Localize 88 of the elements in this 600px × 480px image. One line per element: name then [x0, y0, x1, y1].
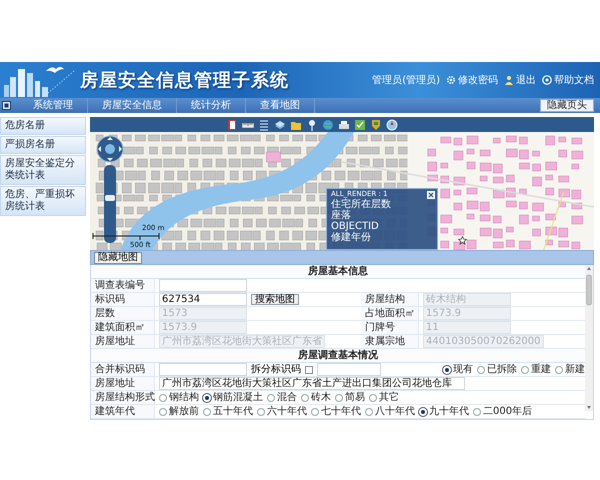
radio-option[interactable]: 二000年后	[473, 406, 532, 417]
popup-text: 座落	[331, 210, 352, 221]
search-map-button[interactable]: 搜索地图	[251, 294, 299, 305]
pan-control[interactable]	[96, 135, 124, 163]
sidebar-item[interactable]: 严损房名册	[0, 136, 86, 154]
close-icon[interactable]	[427, 191, 435, 199]
radio-option[interactable]: 九十年代	[419, 406, 469, 417]
radio-button[interactable]	[203, 408, 211, 416]
sidebar-item[interactable]: 危房名册	[0, 117, 86, 135]
gear-icon	[446, 75, 456, 85]
field-label: 房屋地址	[91, 377, 155, 390]
radio-option[interactable]: 已拆除	[477, 364, 517, 375]
radio-option[interactable]: 重建	[521, 364, 551, 375]
radio-option[interactable]: 七十年代	[311, 406, 361, 417]
field-label: 门牌号	[361, 321, 419, 334]
field-label: 调查表编号	[91, 279, 155, 292]
radio-button[interactable]	[369, 394, 377, 402]
radio-option[interactable]: 砖木	[301, 392, 331, 403]
field-label: 合并标识码	[91, 363, 155, 376]
header-link[interactable]: 帮助文档	[542, 73, 594, 87]
field-label: 拆分标识码	[251, 364, 301, 375]
radio-option[interactable]: 钢结构	[159, 392, 199, 403]
field-label: 层数	[91, 307, 155, 320]
field-label: 房屋结构形式	[91, 391, 155, 404]
radio-button[interactable]	[335, 394, 343, 402]
user-name: 管理员(管理员)	[372, 74, 440, 87]
input-field[interactable]: 广州市荔湾区花地街大策社区广东省土产进出口集团公司花地仓库	[159, 377, 465, 390]
radio-option[interactable]: 八十年代	[365, 406, 415, 417]
star-icon	[458, 236, 467, 245]
radio-option[interactable]: 现有	[443, 364, 473, 375]
slider-thumb[interactable]	[105, 194, 115, 201]
checkbox[interactable]	[305, 366, 313, 374]
radio-option[interactable]: 五十年代	[203, 406, 253, 417]
sidebar-item[interactable]: 危房、严重损坏房统计表	[0, 186, 86, 216]
section-title: 房屋调查基本情况	[91, 349, 585, 363]
field-label: 建筑年代	[91, 405, 155, 418]
radio-button[interactable]	[159, 394, 167, 402]
radio-option[interactable]: 简易	[335, 392, 365, 403]
popup-text: 修建年份	[331, 232, 372, 243]
scale-bar	[92, 232, 162, 240]
input-field[interactable]	[159, 363, 247, 376]
zoom-slider[interactable]	[104, 165, 116, 243]
pin-icon[interactable]	[306, 118, 318, 130]
radio-button[interactable]	[521, 366, 529, 374]
hide-header-button[interactable]: 隐藏页头	[540, 99, 594, 112]
header-link[interactable]: 退出	[504, 73, 536, 87]
input-field[interactable]: 627534	[159, 293, 247, 306]
radio-option[interactable]: 解放前	[159, 406, 199, 417]
radio-option[interactable]: 钢筋混凝土	[203, 392, 263, 403]
shield-icon[interactable]	[370, 118, 382, 130]
radio-button[interactable]	[473, 408, 481, 416]
globe-icon[interactable]	[322, 118, 334, 130]
help-icon	[542, 75, 552, 85]
compass-icon[interactable]	[386, 118, 398, 130]
radio-button[interactable]	[365, 408, 373, 416]
printer-icon[interactable]	[338, 118, 350, 130]
radio-button[interactable]	[311, 408, 319, 416]
popup-text: 住宅所在层数	[331, 199, 392, 210]
radio-button[interactable]	[159, 408, 167, 416]
radio-option[interactable]: 新建	[555, 364, 585, 375]
field-label: 房屋结构	[361, 293, 419, 306]
field-label: 建筑面积㎡	[91, 321, 155, 334]
popup-text: OBJECTID	[331, 221, 380, 232]
list-icon[interactable]	[258, 118, 270, 130]
book-icon[interactable]	[226, 118, 238, 130]
field-label: 房屋地址	[91, 335, 155, 348]
layers-icon[interactable]	[274, 118, 286, 130]
header-link[interactable]: 修改密码	[446, 73, 498, 87]
section-title: 房屋基本信息	[91, 265, 585, 279]
toggle-icon[interactable]	[2, 101, 11, 110]
radio-button[interactable]	[301, 394, 309, 402]
radio-button[interactable]	[555, 366, 563, 374]
hide-map-button[interactable]: 隐藏地图	[94, 252, 142, 264]
sidebar-item[interactable]: 房屋安全鉴定分类统计表	[0, 155, 86, 185]
person-icon	[504, 75, 514, 85]
radio-option[interactable]: 混合	[267, 392, 297, 403]
field-label: 标识码	[91, 293, 155, 306]
radio-button[interactable]	[267, 394, 275, 402]
checkmark-icon[interactable]	[354, 118, 366, 130]
field-label: 隶属宗地	[361, 335, 419, 348]
radio-button[interactable]	[477, 366, 485, 374]
input-field[interactable]	[159, 279, 247, 292]
radio-option[interactable]: 六十年代	[257, 406, 307, 417]
input-field[interactable]	[317, 363, 381, 376]
app-title: 房屋安全信息管理子系统	[80, 69, 289, 92]
radio-button[interactable]	[257, 408, 265, 416]
field-label: 占地面积㎡	[361, 307, 419, 320]
radio-option[interactable]: 其它	[369, 392, 399, 403]
